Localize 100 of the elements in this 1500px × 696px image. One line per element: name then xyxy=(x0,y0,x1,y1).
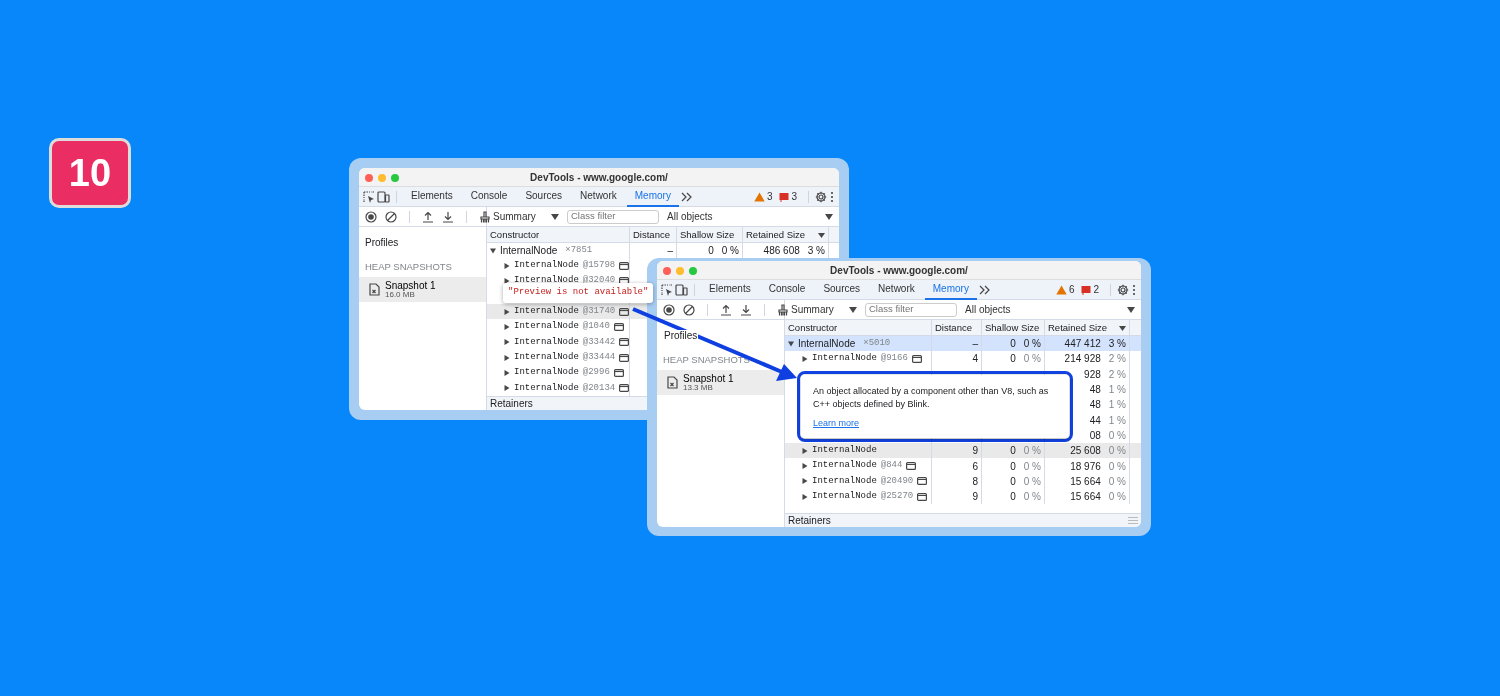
more-tabs-icon[interactable] xyxy=(978,284,990,295)
retained-size: 08 xyxy=(1089,428,1101,443)
tab[interactable]: Elements xyxy=(403,186,461,207)
error-flag-icon[interactable] xyxy=(779,191,790,202)
retained-percent: 1 % xyxy=(1108,398,1126,413)
tab[interactable]: Sources xyxy=(517,186,571,207)
shallow-size: 0 xyxy=(1010,444,1016,459)
collapsed-triangle-icon[interactable] xyxy=(504,324,510,331)
more-tabs-icon[interactable] xyxy=(680,191,692,202)
tab[interactable]: Console xyxy=(462,186,516,207)
upload-icon[interactable] xyxy=(422,210,434,223)
record-icon[interactable] xyxy=(663,303,675,316)
retained-size: 48 xyxy=(1089,383,1101,398)
tab[interactable]: Console xyxy=(760,279,814,300)
dropdown-caret-icon xyxy=(825,213,833,220)
tab[interactable]: Sources xyxy=(815,279,869,300)
constructor-name: InternalNode xyxy=(514,320,579,334)
retained-size: 25 608 xyxy=(1070,444,1101,459)
objects-select[interactable]: All objects xyxy=(965,302,1135,317)
collapsed-triangle-icon[interactable] xyxy=(504,385,510,392)
class-filter-field[interactable]: Class filter xyxy=(865,302,957,317)
preview-icon[interactable] xyxy=(613,323,624,332)
download-icon[interactable] xyxy=(442,210,454,223)
collapsed-triangle-icon[interactable] xyxy=(504,262,510,269)
learn-more-link[interactable]: Learn more xyxy=(813,417,860,431)
more-options-icon[interactable] xyxy=(1131,283,1137,296)
class-filter-field[interactable]: Class filter xyxy=(567,209,659,224)
warning-icon[interactable] xyxy=(1055,284,1067,295)
instance-count: ×7851 xyxy=(565,243,593,257)
expanded-triangle-icon[interactable] xyxy=(788,340,794,347)
object-id: @20490 xyxy=(880,474,914,488)
collapsed-triangle-icon[interactable] xyxy=(504,370,510,376)
tab[interactable]: Memory xyxy=(924,279,977,300)
broom-icon[interactable] xyxy=(479,210,491,223)
preview-icon[interactable] xyxy=(619,261,630,270)
column-header[interactable]: Shallow Size xyxy=(677,227,743,243)
dropdown-caret-icon xyxy=(551,213,559,220)
preview-icon[interactable] xyxy=(619,307,630,316)
warning-icon[interactable] xyxy=(753,191,765,202)
device-toolbar-icon[interactable] xyxy=(377,190,390,203)
preview-icon[interactable] xyxy=(619,338,630,347)
expanded-triangle-icon[interactable] xyxy=(490,247,496,254)
inspect-icon[interactable] xyxy=(661,283,673,296)
inspect-icon[interactable] xyxy=(363,190,375,203)
preview-icon[interactable] xyxy=(619,353,630,362)
preview-icon[interactable] xyxy=(906,462,917,470)
retained-size: 486 608 xyxy=(763,244,800,259)
snapshot-size: 16.0 MB xyxy=(385,291,415,300)
collapsed-triangle-icon[interactable] xyxy=(802,463,808,469)
constructor-name: InternalNode xyxy=(514,305,579,319)
object-id: @2996 xyxy=(582,366,610,380)
preview-icon[interactable] xyxy=(917,477,928,486)
view-select[interactable]: Summary xyxy=(493,209,559,224)
preview-icon[interactable] xyxy=(911,354,922,363)
preview-icon[interactable] xyxy=(619,384,630,393)
collapsed-triangle-icon[interactable] xyxy=(504,339,510,346)
retained-percent: 0 % xyxy=(1108,474,1126,489)
shallow-percent: 0 % xyxy=(721,244,739,259)
clear-icon[interactable] xyxy=(385,210,397,223)
table-row[interactable]: InternalNode ×5010 – 0 0 % 447 412 3 % xyxy=(785,336,1141,352)
settings-icon[interactable] xyxy=(815,190,827,203)
snapshot-file-icon xyxy=(667,376,678,390)
window-title: DevTools - www.google.com/ xyxy=(529,170,669,185)
snapshot-item[interactable]: Snapshot 1 16.0 MB xyxy=(359,277,486,303)
clear-icon[interactable] xyxy=(683,303,695,316)
settings-icon[interactable] xyxy=(1117,283,1129,296)
view-select[interactable]: Summary xyxy=(791,302,857,317)
tab[interactable]: Memory xyxy=(626,186,679,207)
broom-icon[interactable] xyxy=(777,303,789,316)
preview-icon[interactable] xyxy=(917,492,928,501)
upload-icon[interactable] xyxy=(720,303,732,316)
shallow-percent: 0 % xyxy=(1023,474,1041,489)
record-icon[interactable] xyxy=(365,210,377,223)
device-toolbar-icon[interactable] xyxy=(675,283,688,296)
tab[interactable]: Network xyxy=(870,279,923,300)
snapshot-size: 13.3 MB xyxy=(683,384,713,393)
collapsed-triangle-icon[interactable] xyxy=(802,493,808,500)
object-id: @20134 xyxy=(582,381,616,395)
collapsed-triangle-icon[interactable] xyxy=(504,308,510,315)
shallow-size: 0 xyxy=(1010,459,1016,474)
drag-handle-icon[interactable] xyxy=(1128,517,1138,524)
collapsed-triangle-icon[interactable] xyxy=(802,447,808,454)
collapsed-triangle-icon[interactable] xyxy=(504,354,510,361)
column-header[interactable]: Distance xyxy=(630,227,677,243)
column-header[interactable]: Retained Size xyxy=(743,227,829,243)
download-icon[interactable] xyxy=(740,303,752,316)
preview-icon[interactable] xyxy=(613,369,624,377)
error-flag-icon[interactable] xyxy=(1081,284,1092,295)
object-id: @9166 xyxy=(880,352,908,366)
tab[interactable]: Network xyxy=(572,186,625,207)
collapsed-triangle-icon[interactable] xyxy=(802,355,808,362)
collapsed-triangle-icon[interactable] xyxy=(802,478,808,485)
shallow-percent: 0 % xyxy=(1023,444,1041,459)
more-options-icon[interactable] xyxy=(829,190,835,203)
column-header[interactable]: Constructor xyxy=(487,227,630,243)
tab[interactable]: Elements xyxy=(701,279,759,300)
objects-select[interactable]: All objects xyxy=(667,209,833,224)
snapshot-item[interactable]: Snapshot 1 13.3 MB xyxy=(657,370,784,396)
tooltip-text: An object allocated by a component other than V8, such as C++ objects defined by Blink. xyxy=(813,385,1050,412)
table-row[interactable]: InternalNode 9 0 0 % 25 608 0 % xyxy=(785,443,1141,459)
